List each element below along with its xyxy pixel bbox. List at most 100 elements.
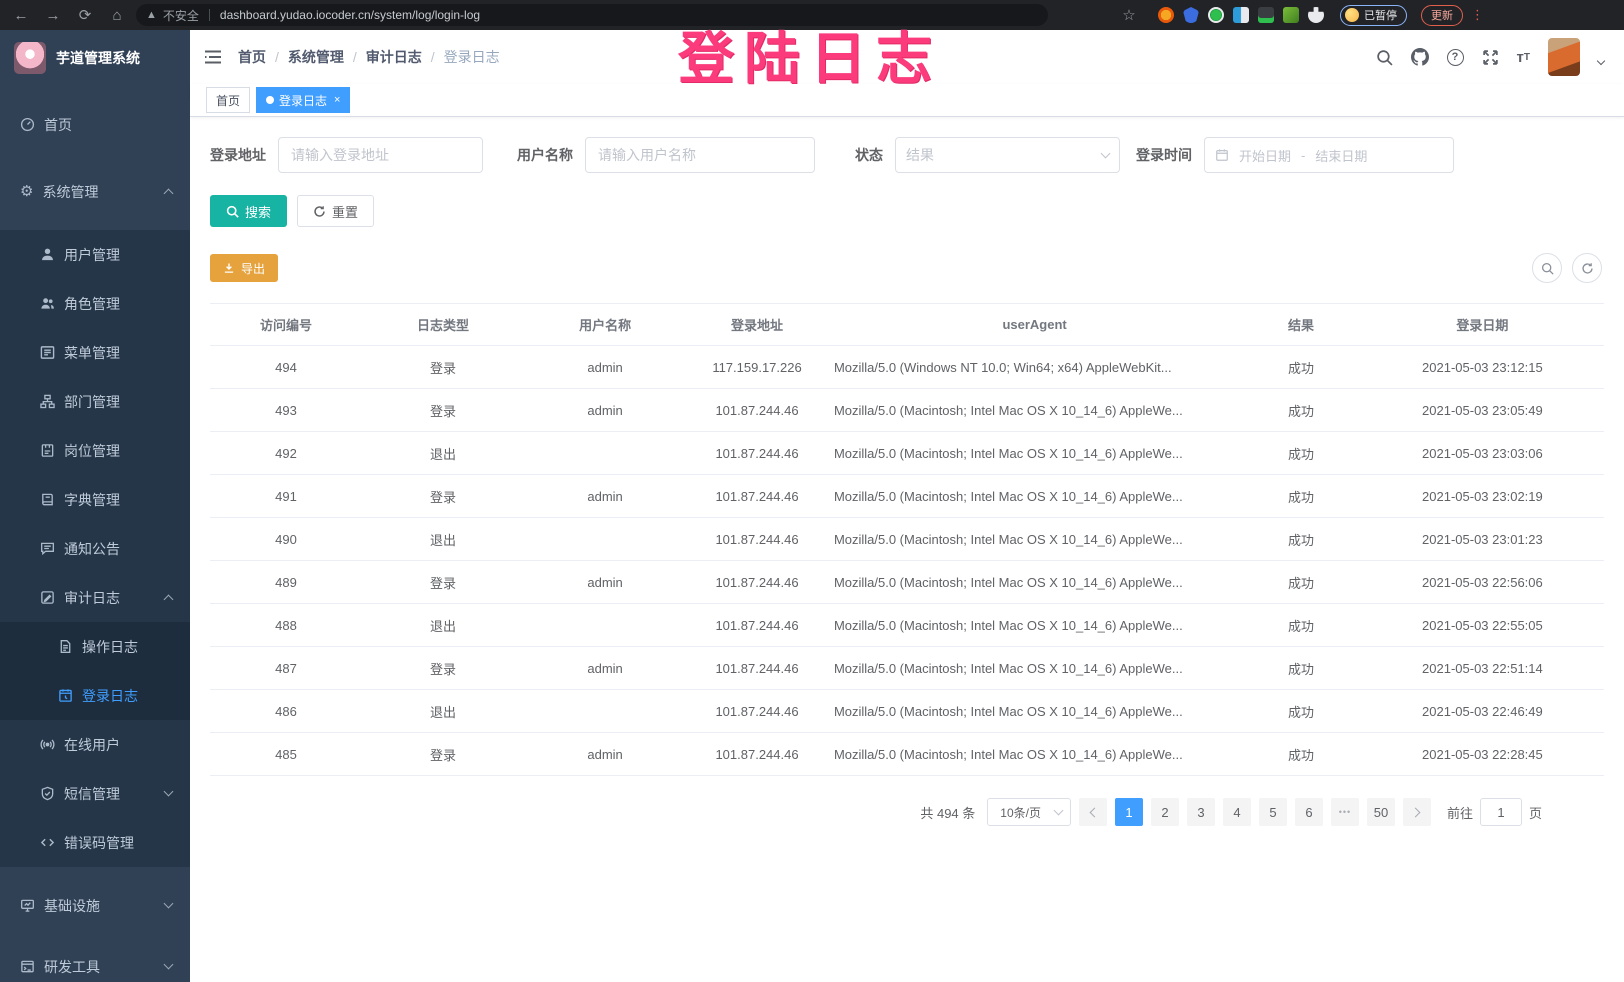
cell-username: admin <box>524 647 686 690</box>
reset-button[interactable]: 重置 <box>297 195 374 227</box>
table-row[interactable]: 491登录admin101.87.244.46Mozilla/5.0 (Maci… <box>210 475 1604 518</box>
page-button-4[interactable]: 4 <box>1223 798 1251 826</box>
sidebar-item-notice[interactable]: 通知公告 <box>0 524 190 573</box>
browser-menu-icon[interactable]: ⋮ <box>1471 7 1484 23</box>
sidebar-item-errorcode[interactable]: 错误码管理 <box>0 818 190 867</box>
table-row[interactable]: 494登录admin117.159.17.226Mozilla/5.0 (Win… <box>210 346 1604 389</box>
cell-id: 494 <box>210 346 362 389</box>
extension-puzzle-icon[interactable] <box>1308 7 1324 23</box>
dictionary-icon <box>40 492 55 507</box>
sidebar-menu: 首页 ⚙ 系统管理 用户管理 角色管理 菜单管理 部门管理 <box>0 100 190 982</box>
page-button-2[interactable]: 2 <box>1151 798 1179 826</box>
extension-list-on-icon[interactable] <box>1258 7 1274 23</box>
cell-id: 485 <box>210 733 362 776</box>
github-icon[interactable] <box>1411 48 1429 66</box>
hamburger-icon[interactable] <box>204 49 222 65</box>
table-row[interactable]: 485登录admin101.87.244.46Mozilla/5.0 (Maci… <box>210 733 1604 776</box>
table-row[interactable]: 488退出101.87.244.46Mozilla/5.0 (Macintosh… <box>210 604 1604 647</box>
bookmark-star-icon[interactable]: ☆ <box>1116 6 1142 24</box>
page-button-5[interactable]: 5 <box>1259 798 1287 826</box>
sidebar-item-users[interactable]: 用户管理 <box>0 230 190 279</box>
table-row[interactable]: 489登录admin101.87.244.46Mozilla/5.0 (Maci… <box>210 561 1604 604</box>
cell-username <box>524 432 686 475</box>
page-button-50[interactable]: 50 <box>1367 798 1395 826</box>
cell-result: 成功 <box>1241 432 1361 475</box>
cell-user-agent: Mozilla/5.0 (Macintosh; Intel Mac OS X 1… <box>828 690 1241 733</box>
extension-shield-icon[interactable] <box>1183 7 1199 23</box>
page-button-6[interactable]: 6 <box>1295 798 1323 826</box>
tag-login-log[interactable]: 登录日志 × <box>256 87 350 113</box>
sidebar-item-label: 用户管理 <box>64 245 120 265</box>
tag-home[interactable]: 首页 <box>206 87 250 113</box>
status-select[interactable]: 结果 <box>895 137 1120 173</box>
page-button-3[interactable]: 3 <box>1187 798 1215 826</box>
url-text[interactable]: dashboard.yudao.iocoder.cn/system/log/lo… <box>220 8 480 22</box>
sidebar-item-depts[interactable]: 部门管理 <box>0 377 190 426</box>
sidebar-item-menus[interactable]: 菜单管理 <box>0 328 190 377</box>
export-button[interactable]: 导出 <box>210 254 278 282</box>
cell-user-agent: Mozilla/5.0 (Macintosh; Intel Mac OS X 1… <box>828 733 1241 776</box>
breadcrumb-home[interactable]: 首页 <box>238 47 266 67</box>
extension-panels-icon[interactable] <box>1233 7 1249 23</box>
address-input[interactable] <box>278 137 483 173</box>
cell-user-agent: Mozilla/5.0 (Macintosh; Intel Mac OS X 1… <box>828 432 1241 475</box>
sidebar-item-audit-log[interactable]: 审计日志 <box>0 573 190 622</box>
next-page-button[interactable] <box>1403 798 1431 826</box>
sidebar-item-home[interactable]: 首页 <box>0 100 190 149</box>
address-bar[interactable]: ▲ 不安全 dashboard.yudao.iocoder.cn/system/… <box>136 4 1048 26</box>
help-icon[interactable]: ? <box>1447 49 1464 66</box>
page-button-1[interactable]: 1 <box>1115 798 1143 826</box>
extension-orange-icon[interactable] <box>1158 7 1174 23</box>
table-row[interactable]: 487登录admin101.87.244.46Mozilla/5.0 (Maci… <box>210 647 1604 690</box>
font-size-icon[interactable]: тT <box>1517 49 1530 66</box>
cell-type: 登录 <box>362 346 524 389</box>
cell-result: 成功 <box>1241 389 1361 432</box>
page-size-select[interactable]: 10条/页 <box>987 798 1071 826</box>
profile-paused-chip[interactable]: 已暂停 <box>1340 5 1407 26</box>
forward-icon[interactable]: → <box>40 7 66 24</box>
table-row[interactable]: 486退出101.87.244.46Mozilla/5.0 (Macintosh… <box>210 690 1604 733</box>
sidebar-item-dict[interactable]: 字典管理 <box>0 475 190 524</box>
sidebar-item-operation-log[interactable]: 操作日志 <box>0 622 190 671</box>
extension-plug-icon[interactable] <box>1283 7 1299 23</box>
more-pages-button[interactable]: ••• <box>1331 798 1359 826</box>
sidebar-item-label: 在线用户 <box>64 735 120 755</box>
search-button[interactable]: 搜索 <box>210 195 287 227</box>
table-row[interactable]: 490退出101.87.244.46Mozilla/5.0 (Macintosh… <box>210 518 1604 561</box>
close-icon[interactable]: × <box>334 94 340 106</box>
breadcrumb-audit-log[interactable]: 审计日志 <box>366 47 422 67</box>
search-icon[interactable] <box>1376 49 1393 66</box>
table-row[interactable]: 493登录admin101.87.244.46Mozilla/5.0 (Maci… <box>210 389 1604 432</box>
user-avatar[interactable] <box>1548 38 1580 76</box>
browser-update-button[interactable]: 更新 <box>1421 5 1463 26</box>
sidebar-item-roles[interactable]: 角色管理 <box>0 279 190 328</box>
sidebar-item-infra[interactable]: 基础设施 <box>0 881 190 930</box>
header-user-agent: userAgent <box>828 304 1241 346</box>
security-label[interactable]: 不安全 <box>163 7 199 24</box>
toggle-search-button[interactable] <box>1532 253 1562 283</box>
sidebar-item-system[interactable]: ⚙ 系统管理 <box>0 167 190 216</box>
extension-green-icon[interactable] <box>1208 7 1224 23</box>
code-icon <box>40 835 55 850</box>
sidebar-item-devtools[interactable]: 研发工具 <box>0 942 190 982</box>
page-size-value: 10条/页 <box>1000 804 1041 821</box>
home-icon[interactable]: ⌂ <box>104 7 130 24</box>
back-icon[interactable]: ← <box>8 7 34 24</box>
username-input[interactable] <box>585 137 815 173</box>
fullscreen-icon[interactable] <box>1482 49 1499 66</box>
goto-page-input[interactable] <box>1480 798 1522 826</box>
cell-ip: 101.87.244.46 <box>686 389 828 432</box>
sidebar-item-online-users[interactable]: 在线用户 <box>0 720 190 769</box>
avatar-caret-icon[interactable] <box>1597 57 1605 65</box>
sidebar-item-sms[interactable]: 短信管理 <box>0 769 190 818</box>
refresh-table-button[interactable] <box>1572 253 1602 283</box>
breadcrumb-separator: / <box>353 49 357 65</box>
reload-icon[interactable]: ⟳ <box>72 6 98 24</box>
date-range-picker[interactable]: 开始日期 - 结束日期 <box>1204 137 1454 173</box>
breadcrumb-system[interactable]: 系统管理 <box>288 47 344 67</box>
sidebar-logo[interactable]: 芋道管理系统 <box>0 30 190 86</box>
sidebar-item-login-log[interactable]: 登录日志 <box>0 671 190 720</box>
table-row[interactable]: 492退出101.87.244.46Mozilla/5.0 (Macintosh… <box>210 432 1604 475</box>
sidebar-item-posts[interactable]: 岗位管理 <box>0 426 190 475</box>
prev-page-button[interactable] <box>1079 798 1107 826</box>
